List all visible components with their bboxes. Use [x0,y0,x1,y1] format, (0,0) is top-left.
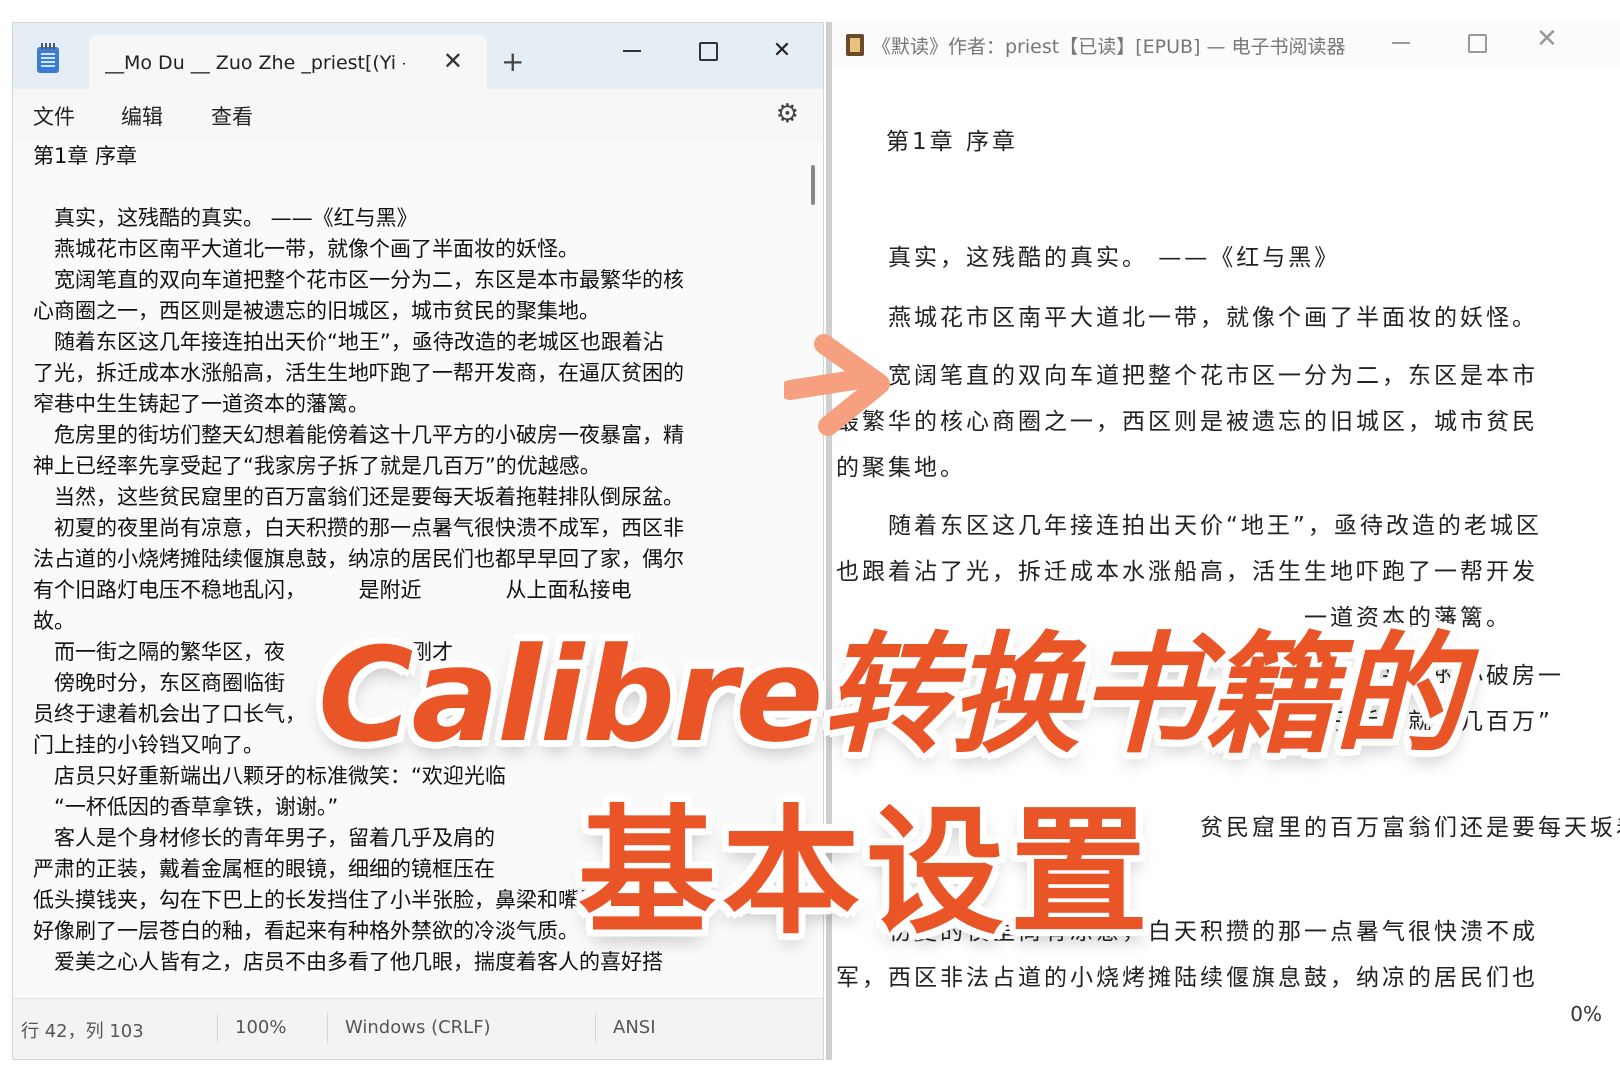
new-tab-icon[interactable]: + [501,45,524,78]
menu-edit[interactable]: 编辑 [121,101,163,131]
reader-line: 也跟着沾了光，拆迁成本水涨船高，活生生地吓跑了一帮开发 [836,559,1538,585]
tab-close-icon[interactable]: ✕ [443,47,463,75]
maximize-icon [698,41,718,61]
maximize-button[interactable] [683,31,733,71]
status-position: 行 42，列 103 [21,1021,144,1042]
menu-view[interactable]: 查看 [211,101,253,131]
reading-progress: 0% [1570,1002,1602,1026]
text-line: 燕城花市区南平大道北一带，就像个画了半面妆的妖怪。 [33,237,579,261]
right-arrow-icon [784,334,890,436]
text-line: 初夏的夜里尚有凉意，白天积攒的那一点暑气很快溃不成军，西区非 [33,516,684,540]
text-line: 心商圈之一，西区则是被遗忘的旧城区，城市贫民的聚集地。 [33,299,600,323]
text-line: 真实，这残酷的真实。 ——《红与黑》 [33,206,418,230]
reader-line: 随着东区这几年接连拍出天价“地王”，亟待改造的老城区 [836,513,1542,539]
text-line: 当然，这些贫民窟里的百万富翁们还是要每天坂着拖鞋排队倒尿盆。 [33,485,684,509]
close-button[interactable]: ✕ [757,31,807,71]
overlay-headline-line1: Calibre转换书籍的 [318,619,1464,771]
status-divider [595,1013,596,1043]
notepad-tab-label: __Mo Du __ Zuo Zhe _priest[(Yi - \ [105,52,405,74]
text-line: 宽阔笔直的双向车道把整个花市区一分为二，东区是本市最繁华的核 [33,268,684,292]
status-zoom[interactable]: 100% [235,1017,286,1038]
minimize-icon [623,50,641,52]
close-icon[interactable]: ✕ [1536,24,1558,54]
notepad-statusbar: 行 42，列 103 100% Windows (CRLF) ANSI [13,998,823,1059]
book-icon [846,34,864,56]
reader-line: 燕城花市区南平大道北一带，就像个画了半面妆的妖怪。 [836,305,1538,331]
reader-line: 的聚集地。 [836,455,966,481]
reader-line: 真实，这残酷的真实。 ——《红与黑》 [836,245,1341,271]
maximize-icon[interactable] [1468,34,1487,53]
notepad-titlebar: __Mo Du __ Zuo Zhe _priest[(Yi - \ ✕ + ✕ [13,23,823,89]
notepad-app-icon [37,43,59,73]
text-line: 法占道的小烧烤摊陆续偃旗息鼓，纳凉的居民们也都早早回了家，偶尔 [33,547,684,571]
status-encoding[interactable]: ANSI [613,1017,656,1038]
minimize-icon[interactable] [1392,42,1410,44]
reader-line: 军，西区非法占道的小烧烤摊陆续偃旗息鼓，纳凉的居民们也 [836,965,1538,991]
text-line: 了光，拆迁成本水涨船高，活生生地吓跑了一帮开发商，在逼仄贫困的 [33,361,684,385]
chapter-title: 第1章 序章 [886,129,1018,155]
text-line: 危房里的街坊们整天幻想着能傍着这十几平方的小破房一夜暴富，精 [33,423,684,447]
minimize-button[interactable] [607,31,657,71]
text-line: 随着东区这几年接连拍出天价“地王”，亟待改造的老城区也跟着沾 [33,330,664,354]
notepad-tab[interactable]: __Mo Du __ Zuo Zhe _priest[(Yi - \ ✕ [89,35,487,89]
notepad-menubar: 文件 编辑 查看 ⚙ [13,89,823,142]
scrollbar-thumb[interactable] [811,165,815,205]
status-line-ending[interactable]: Windows (CRLF) [345,1017,491,1038]
status-divider [327,1013,328,1043]
text-line: 第1章 序章 [33,144,138,168]
menu-file[interactable]: 文件 [33,101,75,131]
reader-window-title: 《默读》作者：priest【已读】[EPUB] — 电子书阅读器 [872,36,1346,58]
text-line: 神上已经率先享受起了“我家房子拆了就是几百万”的优越感。 [33,454,601,478]
reader-line: 最繁华的核心商圈之一，西区则是被遗忘的旧城区，城市贫民 [836,409,1538,435]
text-line: 窄巷中生生铸起了一道资本的藩篱。 [33,392,369,416]
close-icon: ✕ [772,38,792,63]
status-divider [217,1013,218,1043]
overlay-headline-line2: 基本设置 [578,792,1155,953]
gear-icon[interactable]: ⚙ [776,99,799,129]
reader-titlebar: 《默读》作者：priest【已读】[EPUB] — 电子书阅读器 ✕ [832,22,1620,68]
reader-line: 宽阔笔直的双向车道把整个花市区一分为二，东区是本市 [836,363,1538,389]
